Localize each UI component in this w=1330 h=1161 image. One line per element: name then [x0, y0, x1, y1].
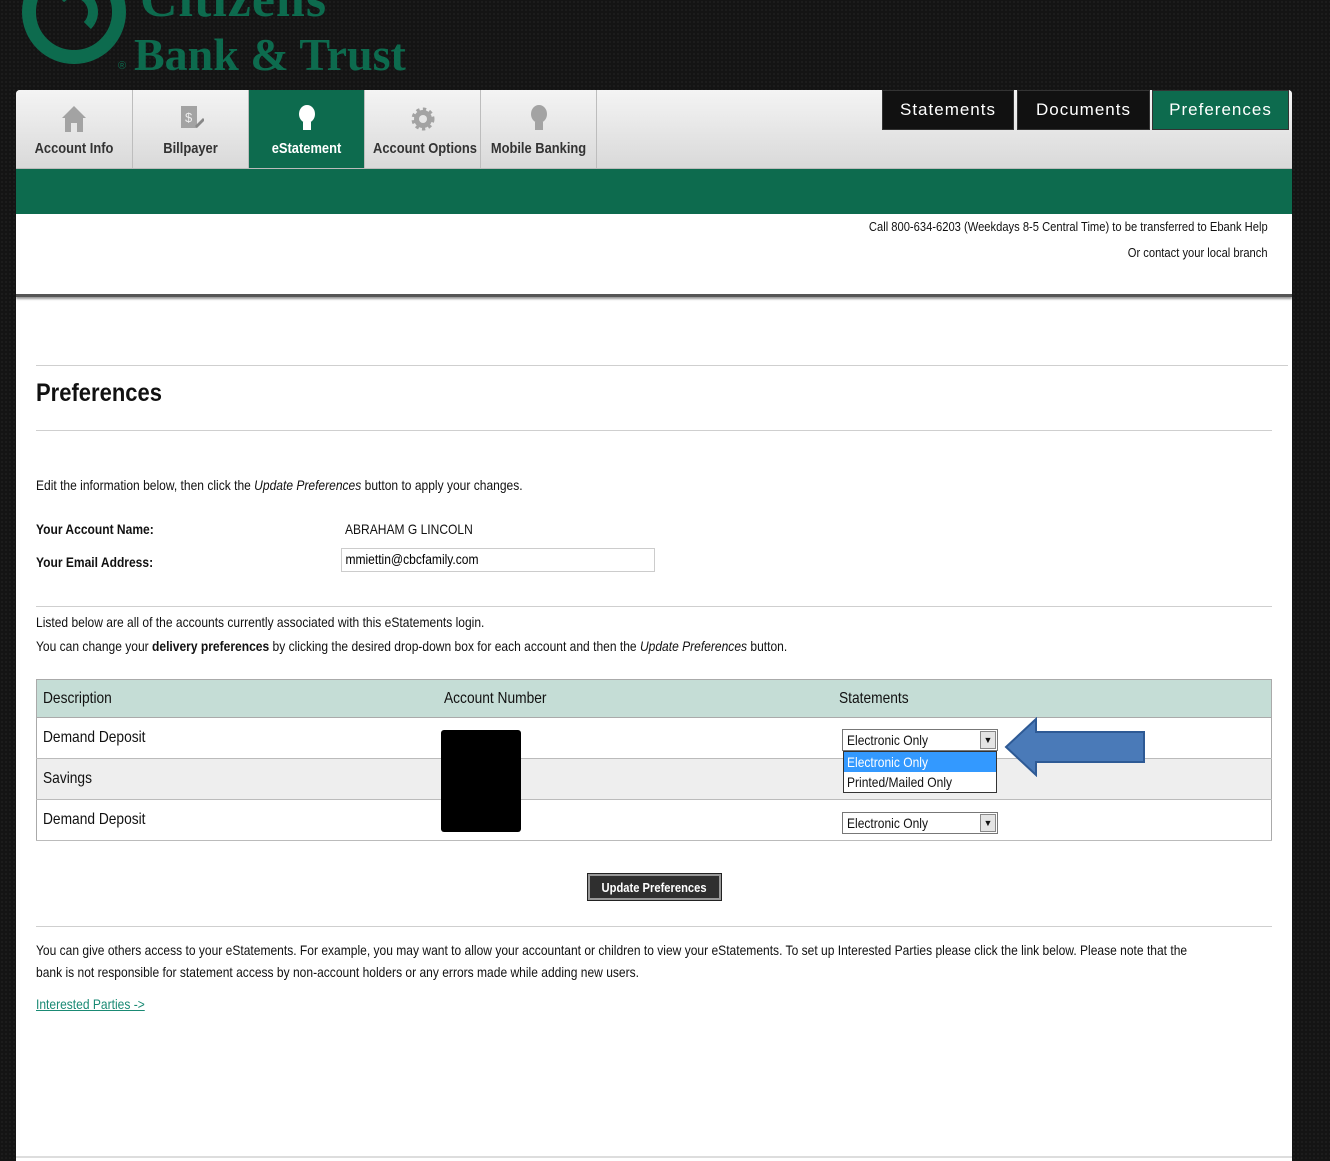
col-header-account-number: Account Number: [438, 679, 833, 718]
cell-description: Demand Deposit: [36, 799, 438, 841]
divider: [36, 606, 1272, 607]
accounts-intro-line1: Listed below are all of the accounts cur…: [36, 614, 485, 630]
cell-description: Demand Deposit: [36, 717, 438, 759]
email-input[interactable]: [342, 551, 611, 567]
text-part: You can change your: [36, 638, 153, 654]
col-header-description: Description: [36, 679, 438, 718]
text-emphasis: Update Preferences: [639, 638, 748, 654]
nav-tab-label: Billpayer: [163, 140, 218, 157]
account-name-value: ABRAHAM G LINCOLN: [345, 521, 473, 537]
gear-icon: [410, 104, 436, 134]
help-branch-text: Or contact your local branch: [1128, 245, 1268, 260]
tab-documents[interactable]: Documents: [1017, 90, 1150, 130]
interested-parties-link[interactable]: Interested Parties ->: [36, 996, 145, 1012]
chevron-down-icon[interactable]: ▼: [980, 814, 996, 832]
bank-logo: Citizens ® Bank & Trust: [16, 0, 436, 88]
registered-mark: ®: [118, 60, 127, 72]
intro-text: Edit the information below, then click t…: [36, 477, 523, 493]
divider: [16, 1156, 1292, 1158]
logo-mark-icon: [22, 0, 126, 64]
col-header-statements: Statements: [833, 679, 1272, 718]
tab-statements[interactable]: Statements: [882, 90, 1014, 130]
chevron-down-icon[interactable]: ▼: [980, 731, 996, 749]
lightbulb-icon: [294, 104, 320, 134]
help-bar: Call 800-634-6203 (Weekdays 8-5 Central …: [16, 214, 1292, 297]
page-title: Preferences: [36, 379, 162, 407]
text-bold: delivery preferences: [152, 638, 270, 654]
email-field[interactable]: [341, 548, 655, 572]
intro-text-part: Edit the information below, then click t…: [36, 477, 255, 493]
nav-tab-mobile-banking[interactable]: Mobile Banking: [481, 90, 597, 168]
main-panel: Account Info $ Billpayer eStatement Acco…: [16, 90, 1292, 1161]
brand-top-text: Citizens: [140, 0, 327, 29]
email-label: Your Email Address:: [36, 554, 154, 570]
redaction-box: [441, 730, 521, 832]
intro-text-part: button to apply your changes.: [361, 477, 523, 493]
info-line: bank is not responsible for statement ac…: [36, 964, 639, 980]
select-value: Electronic Only: [847, 815, 928, 831]
intro-emphasis: Update Preferences: [254, 477, 362, 493]
nav-tab-account-info[interactable]: Account Info: [16, 90, 133, 168]
statement-delivery-select[interactable]: Electronic Only ▼: [842, 812, 998, 834]
arrow-left-icon: [1004, 717, 1145, 777]
nav-tab-account-options[interactable]: Account Options: [365, 90, 481, 168]
nav-tab-billpayer[interactable]: $ Billpayer: [133, 90, 249, 168]
nav-tab-label: eStatement: [271, 140, 342, 157]
account-name-label: Your Account Name:: [36, 521, 154, 537]
divider: [36, 926, 1272, 927]
text-part: by clicking the desired drop-down box fo…: [269, 638, 640, 654]
brand-name: Bank & Trust: [134, 29, 406, 80]
table-header-row: Description Account Number Statements: [36, 679, 1272, 718]
svg-text:$: $: [185, 110, 193, 125]
lightbulb-icon: [526, 104, 552, 134]
nav-subbar: [16, 169, 1292, 214]
interested-parties-info: You can give others access to your eStat…: [36, 939, 1276, 983]
statement-delivery-select[interactable]: Electronic Only ▼: [842, 729, 998, 751]
divider: [36, 365, 1288, 366]
cell-description: Savings: [36, 758, 438, 800]
accounts-intro-line2: You can change your delivery preferences…: [36, 638, 787, 654]
tab-preferences[interactable]: Preferences: [1152, 90, 1289, 130]
nav-tab-estatement[interactable]: eStatement: [249, 90, 365, 168]
dropdown-option-printed[interactable]: Printed/Mailed Only: [844, 772, 996, 792]
text-part: button.: [747, 638, 788, 654]
divider: [36, 430, 1272, 431]
nav-tab-label: Mobile Banking: [490, 140, 587, 157]
nav-tab-label: Account Options: [373, 140, 477, 157]
dropdown-options: Electronic Only Printed/Mailed Only: [843, 751, 997, 793]
button-label: Update Preferences: [601, 879, 708, 895]
select-value: Electronic Only: [847, 732, 928, 748]
help-phone-text: Call 800-634-6203 (Weekdays 8-5 Central …: [869, 219, 1268, 234]
dropdown-option-electronic[interactable]: Electronic Only: [844, 752, 996, 772]
info-line: You can give others access to your eStat…: [36, 942, 1188, 958]
table-row: Demand Deposit: [36, 799, 1272, 841]
nav-tab-label: Account Info: [34, 140, 114, 157]
home-icon: [61, 104, 87, 134]
bill-icon: $: [178, 104, 205, 134]
update-preferences-button[interactable]: Update Preferences: [588, 874, 721, 900]
